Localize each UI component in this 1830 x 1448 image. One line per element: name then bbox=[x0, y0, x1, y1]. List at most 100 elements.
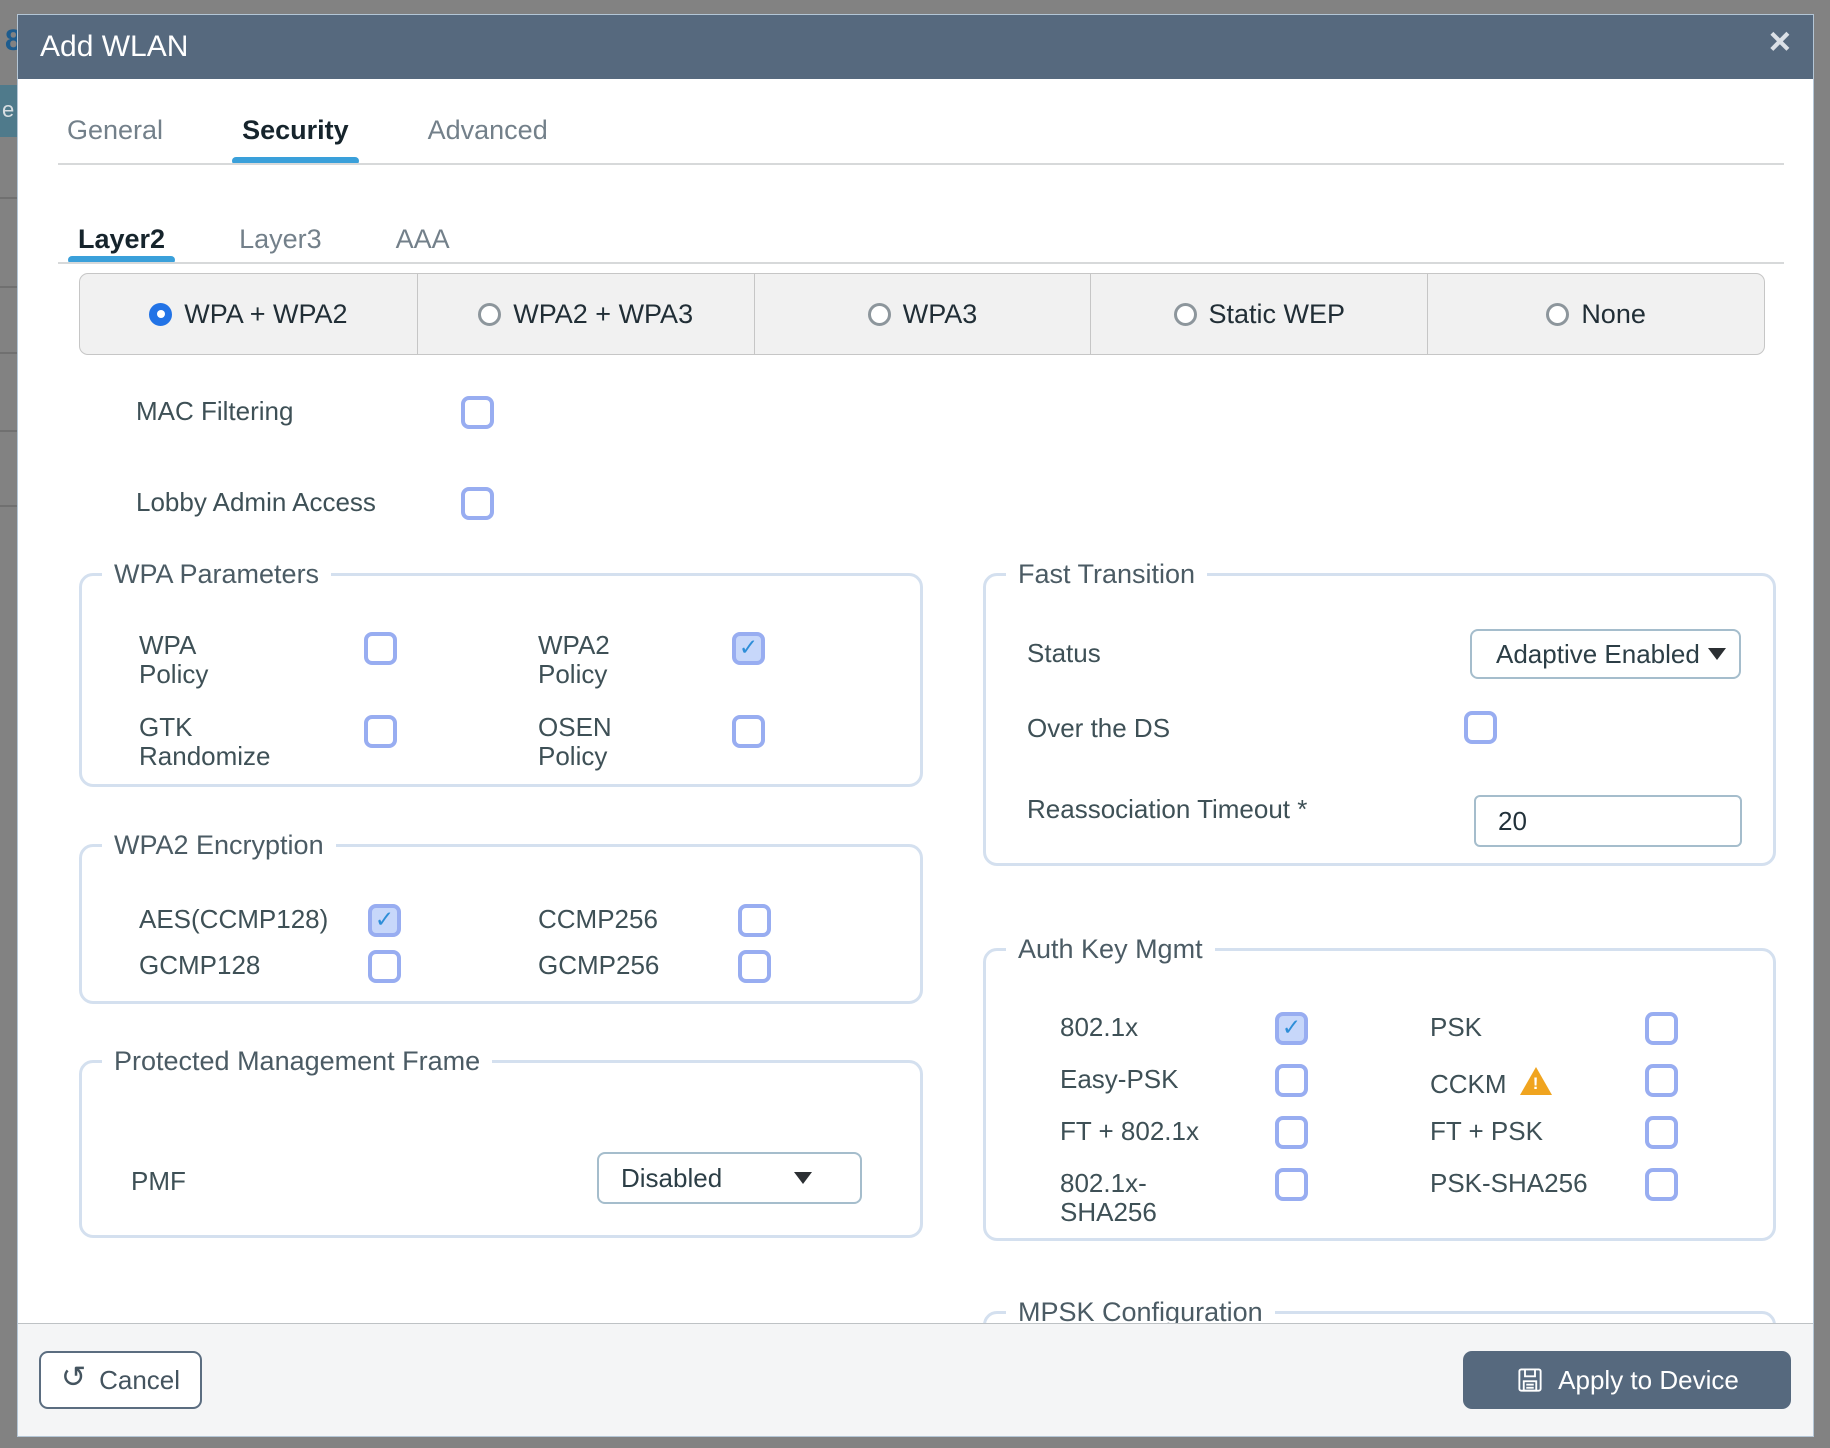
tab-layer2[interactable]: Layer2 bbox=[67, 224, 176, 264]
mpsk-configuration-section: MPSK Configuration bbox=[983, 1297, 1776, 1325]
close-icon[interactable]: × bbox=[1769, 23, 1791, 61]
background-row-divider bbox=[0, 286, 17, 288]
mpsk-configuration-legend: MPSK Configuration bbox=[1018, 1297, 1263, 1325]
akm-8021x-sha256-checkbox[interactable] bbox=[1275, 1168, 1308, 1201]
radio-icon[interactable] bbox=[478, 302, 502, 326]
reassociation-timeout-label: Reassociation Timeout * bbox=[1027, 794, 1308, 824]
gtk-randomize-label: GTK Randomize bbox=[139, 712, 271, 772]
wpa2-policy-checkbox[interactable] bbox=[732, 632, 765, 665]
warning-icon: ! bbox=[1519, 1065, 1553, 1095]
ccmp256-label: CCMP256 bbox=[538, 904, 658, 934]
fast-transition-section: Fast Transition Status Adaptive Enabled … bbox=[983, 559, 1776, 866]
gcmp256-label: GCMP256 bbox=[538, 950, 660, 980]
pmf-section: Protected Management Frame PMF Disabled bbox=[79, 1046, 923, 1238]
akm-psk-label: PSK bbox=[1430, 1012, 1483, 1042]
auth-key-mgmt-legend: Auth Key Mgmt bbox=[1018, 934, 1203, 964]
security-option-label: Static WEP bbox=[1208, 298, 1346, 329]
main-tabs: General Security Advanced bbox=[67, 115, 548, 165]
akm-easy-psk-checkbox[interactable] bbox=[1275, 1064, 1308, 1097]
akm-cckm-text: CCKM bbox=[1430, 1069, 1507, 1099]
status-label: Status bbox=[1027, 638, 1101, 668]
radio-icon[interactable] bbox=[1173, 302, 1197, 326]
security-option-none[interactable]: None bbox=[1427, 274, 1764, 354]
undo-icon: ↺ bbox=[60, 1361, 87, 1394]
page-background: { "modal": { "title": "Add WLAN", "close… bbox=[0, 0, 1830, 1448]
reassociation-timeout-input[interactable] bbox=[1474, 795, 1742, 847]
security-option-wpa3[interactable]: WPA3 bbox=[753, 274, 1091, 354]
background-row-divider bbox=[0, 197, 17, 199]
osen-policy-label: OSEN Policy bbox=[538, 712, 612, 772]
chevron-down-icon bbox=[794, 1172, 812, 1184]
tabs-divider bbox=[58, 163, 1784, 165]
akm-8021x-checkbox[interactable] bbox=[1275, 1012, 1308, 1045]
security-sub-tabs: Layer2 Layer3 AAA bbox=[67, 224, 450, 264]
tab-aaa[interactable]: AAA bbox=[396, 224, 450, 264]
radio-icon[interactable] bbox=[1546, 302, 1570, 326]
akm-psk-sha256-checkbox[interactable] bbox=[1645, 1168, 1678, 1201]
status-dropdown-value: Adaptive Enabled bbox=[1496, 638, 1700, 669]
tab-advanced[interactable]: Advanced bbox=[428, 115, 548, 165]
radio-selected-icon[interactable] bbox=[149, 302, 173, 326]
sub-tabs-divider bbox=[58, 262, 1784, 264]
apply-button-label: Apply to Device bbox=[1558, 1364, 1739, 1395]
akm-ft-8021x-label: FT + 802.1x bbox=[1060, 1116, 1199, 1146]
wpa2-encryption-section: WPA2 Encryption AES(CCMP128) CCMP256 GCM… bbox=[79, 830, 923, 1004]
background-row-divider bbox=[0, 430, 17, 432]
osen-policy-checkbox[interactable] bbox=[732, 715, 765, 748]
gcmp256-checkbox[interactable] bbox=[738, 950, 771, 983]
akm-easy-psk-label: Easy-PSK bbox=[1060, 1064, 1179, 1094]
akm-ft-8021x-checkbox[interactable] bbox=[1275, 1116, 1308, 1149]
cancel-button[interactable]: ↺ Cancel bbox=[39, 1351, 202, 1409]
security-option-wpa2-wpa3[interactable]: WPA2 + WPA3 bbox=[416, 274, 754, 354]
pmf-dropdown[interactable]: Disabled bbox=[597, 1152, 862, 1204]
dialog-title: Add WLAN bbox=[40, 30, 189, 63]
aes-ccmp128-label: AES(CCMP128) bbox=[139, 904, 329, 934]
save-icon bbox=[1518, 1368, 1542, 1392]
wpa-parameters-legend: WPA Parameters bbox=[114, 559, 320, 589]
akm-psk-checkbox[interactable] bbox=[1645, 1012, 1678, 1045]
background-row-divider bbox=[0, 352, 17, 354]
layer2-security-mode-group: WPA + WPA2 WPA2 + WPA3 WPA3 Static WEP N… bbox=[79, 273, 1765, 355]
background-teal-cell: e bbox=[0, 85, 17, 137]
background-partial-text-2: e bbox=[2, 97, 15, 122]
wpa-policy-checkbox[interactable] bbox=[364, 632, 397, 665]
security-option-label: WPA3 bbox=[902, 298, 978, 329]
mac-filtering-label: MAC Filtering bbox=[136, 396, 294, 426]
akm-cckm-checkbox[interactable] bbox=[1645, 1064, 1678, 1097]
chevron-down-icon bbox=[1707, 648, 1726, 660]
tab-security[interactable]: Security bbox=[232, 115, 359, 165]
over-the-ds-label: Over the DS bbox=[1027, 713, 1171, 743]
radio-icon[interactable] bbox=[867, 302, 891, 326]
akm-ft-psk-checkbox[interactable] bbox=[1645, 1116, 1678, 1149]
dialog-header: Add WLAN × bbox=[18, 15, 1813, 79]
security-option-static-wep[interactable]: Static WEP bbox=[1090, 274, 1427, 354]
wpa2-encryption-legend: WPA2 Encryption bbox=[114, 830, 324, 860]
aes-ccmp128-checkbox[interactable] bbox=[368, 904, 401, 937]
akm-8021x-label: 802.1x bbox=[1060, 1012, 1139, 1042]
cancel-button-label: Cancel bbox=[99, 1364, 181, 1395]
pmf-label: PMF bbox=[131, 1166, 186, 1196]
gtk-randomize-checkbox[interactable] bbox=[364, 715, 397, 748]
akm-psk-sha256-label: PSK-SHA256 bbox=[1430, 1168, 1588, 1198]
wpa-policy-label: WPA Policy bbox=[139, 630, 209, 690]
over-the-ds-checkbox[interactable] bbox=[1464, 711, 1497, 744]
tab-layer3[interactable]: Layer3 bbox=[239, 224, 322, 264]
gcmp128-label: GCMP128 bbox=[139, 950, 261, 980]
ccmp256-checkbox[interactable] bbox=[738, 904, 771, 937]
mac-filtering-checkbox[interactable] bbox=[461, 396, 494, 429]
wpa2-policy-label: WPA2 Policy bbox=[538, 630, 610, 690]
dialog-footer: ↺ Cancel Apply to Device bbox=[18, 1323, 1813, 1436]
akm-ft-psk-label: FT + PSK bbox=[1430, 1116, 1543, 1146]
gcmp128-checkbox[interactable] bbox=[368, 950, 401, 983]
lobby-admin-access-checkbox[interactable] bbox=[461, 487, 494, 520]
background-row-divider bbox=[0, 505, 17, 507]
security-option-label: WPA + WPA2 bbox=[184, 298, 348, 329]
akm-cckm-label: CCKM! bbox=[1430, 1065, 1553, 1099]
security-option-wpa-wpa2[interactable]: WPA + WPA2 bbox=[80, 274, 417, 354]
tab-general[interactable]: General bbox=[67, 115, 163, 165]
wpa-parameters-section: WPA Parameters WPA Policy WPA2 Policy GT… bbox=[79, 559, 923, 787]
dialog-body: General Security Advanced Layer2 Layer3 … bbox=[18, 79, 1813, 1325]
fast-transition-status-dropdown[interactable]: Adaptive Enabled bbox=[1470, 629, 1741, 679]
apply-to-device-button[interactable]: Apply to Device bbox=[1463, 1351, 1791, 1409]
auth-key-mgmt-section: Auth Key Mgmt 802.1x PSK Easy-PSK CCKM! … bbox=[983, 934, 1776, 1241]
